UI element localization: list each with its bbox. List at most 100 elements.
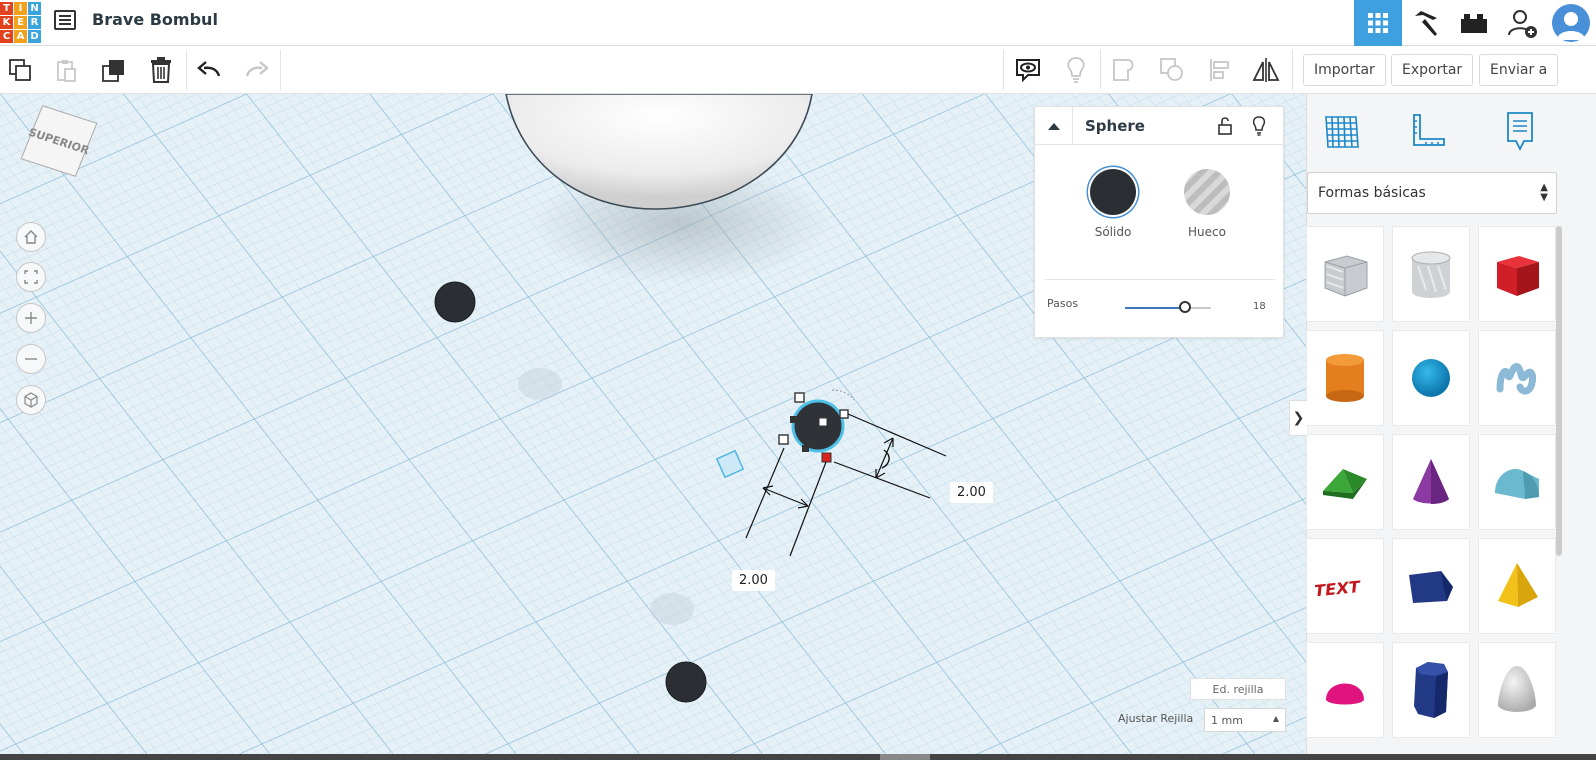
fit-view-button[interactable] [16,262,46,292]
solid-option[interactable]: Sólido [1073,169,1153,239]
resize-handle[interactable] [839,409,849,419]
steps-slider[interactable] [1125,301,1211,313]
sphere-object[interactable] [434,281,476,323]
delete-button[interactable] [145,54,177,86]
shape-half-sphere[interactable] [1306,642,1384,738]
ruler-tab[interactable] [1403,106,1453,156]
duplicate-button[interactable] [98,54,130,86]
resize-handle[interactable] [794,392,805,403]
steps-value[interactable]: 18 [1253,301,1266,312]
panel-collapse-tab[interactable]: ❯ [1289,400,1307,436]
shape-pyramid[interactable] [1478,538,1556,634]
duplicate-icon [102,60,124,82]
steps-label: Pasos [1047,297,1079,310]
shape-paraboloid[interactable] [1478,642,1556,738]
dimension-label-depth[interactable]: 2.00 [732,570,775,591]
cylinder-icon [1326,354,1364,402]
toolbar-separator [186,50,187,90]
toolbar-separator [1292,50,1293,90]
shape-cone[interactable] [1392,434,1470,530]
align-button[interactable] [1204,54,1236,86]
chevron-right-icon: ❯ [1292,410,1305,426]
logo-letter: K [0,16,13,29]
mirror-button[interactable] [1250,54,1282,86]
round-roof-icon [1495,469,1539,499]
design-list-icon[interactable] [54,10,76,30]
cylinder-hole-icon [1411,251,1451,298]
corner-handle[interactable] [790,416,797,423]
shape-polygon[interactable] [1392,538,1470,634]
add-user-button[interactable] [1498,0,1546,46]
corner-handle[interactable] [802,445,809,452]
horizontal-scrollbar[interactable] [0,754,1596,760]
group-button[interactable] [1108,54,1140,86]
paste-button[interactable] [50,54,82,86]
shape-box[interactable] [1306,226,1384,322]
logo-letter: C [0,30,13,43]
inspector-collapse-button[interactable] [1035,107,1073,145]
bricks-button[interactable] [1450,0,1498,46]
view-cube-label: SUPERIOR [26,125,92,157]
design-title[interactable]: Brave Bombul [92,10,218,29]
grid-view-button[interactable] [1354,0,1402,46]
center-handle[interactable] [818,417,828,427]
edit-toolbar: Importar Exportar Enviar a [0,46,1596,94]
snap-grid-select[interactable]: 1 mm ▲ [1204,708,1286,732]
pyramid-icon [1498,563,1538,607]
shape-scribble[interactable] [1478,330,1556,426]
shape-sphere[interactable] [1392,330,1470,426]
sphere-object[interactable] [665,661,707,703]
shape-box-red[interactable] [1478,226,1556,322]
minecraft-button[interactable] [1402,0,1450,46]
notes-tab[interactable] [1495,106,1545,156]
perspective-button[interactable] [16,385,46,415]
zoom-out-button[interactable] [16,344,46,374]
shape-round-roof[interactable] [1478,434,1556,530]
zoom-in-button[interactable] [16,303,46,333]
shape-text[interactable]: TEXT [1306,538,1384,634]
selected-sphere[interactable] [791,399,845,453]
shape-category-select[interactable]: Formas básicas ▲ ▼ [1307,172,1557,214]
resize-handle[interactable] [778,434,789,445]
import-button[interactable]: Importar [1303,54,1386,86]
steps-slider-fill [1125,307,1186,309]
redo-button[interactable] [240,54,272,86]
shape-cylinder[interactable] [1306,330,1384,426]
steps-slider-knob[interactable] [1179,301,1192,313]
inspector-title[interactable]: Sphere [1085,117,1145,135]
user-avatar[interactable] [1552,4,1590,42]
cone-icon [1413,459,1449,504]
lightbulb-icon[interactable] [1251,115,1267,137]
light-button[interactable] [1060,54,1092,86]
notes-button[interactable] [1012,54,1044,86]
shape-hexagonal-prism[interactable] [1392,642,1470,738]
export-button[interactable]: Exportar [1391,54,1474,86]
ungroup-button[interactable] [1156,54,1188,86]
solid-swatch[interactable] [1090,169,1136,215]
scribble-icon [1496,363,1536,395]
undo-button[interactable] [194,54,226,86]
home-view-button[interactable] [16,222,46,252]
copy-button[interactable] [4,54,36,86]
edit-grid-button[interactable]: Ed. rejilla [1190,678,1286,700]
resize-handle-active[interactable] [821,452,832,463]
note-icon [1507,112,1533,152]
ghost-shape [518,368,562,400]
hole-swatch[interactable] [1184,169,1230,215]
shape-cylinder-hole[interactable] [1392,226,1470,322]
toolbar-separator [280,50,281,90]
hole-option[interactable]: Hueco [1167,169,1247,239]
inspector-divider [1045,279,1275,280]
unlock-icon[interactable] [1217,116,1233,136]
roof-icon [1323,469,1367,499]
lightbulb-icon [1067,57,1085,83]
shapes-scrollbar[interactable] [1556,226,1562,556]
tinkercad-logo[interactable]: TIN KER CAD [0,2,42,44]
caret-up-icon [1047,123,1060,130]
workplane-tab[interactable] [1317,106,1367,156]
scrollbar-thumb[interactable] [880,754,930,760]
header-actions [1354,0,1596,46]
send-to-button[interactable]: Enviar a [1479,54,1559,86]
dimension-label-width[interactable]: 2.00 [950,482,993,503]
shape-roof[interactable] [1306,434,1384,530]
